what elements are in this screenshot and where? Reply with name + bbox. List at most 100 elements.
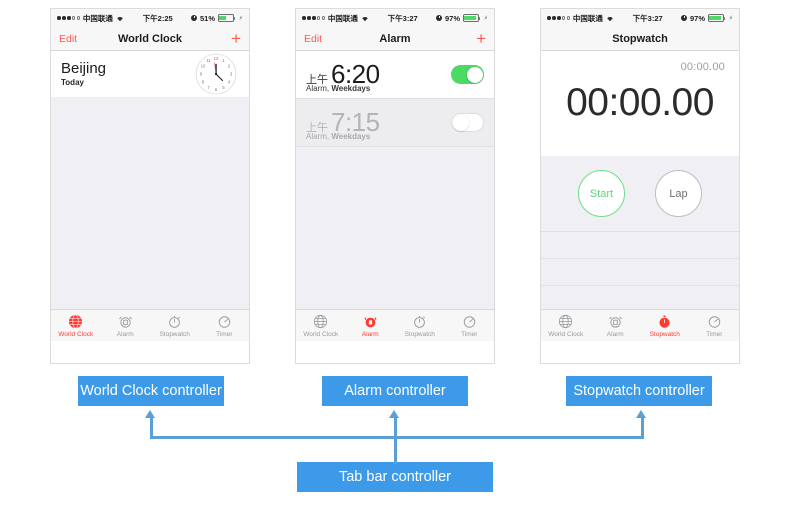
page-title: Alarm (379, 32, 411, 45)
svg-text:10: 10 (201, 64, 206, 69)
battery-icon (217, 14, 236, 22)
status-bar-right: 97% ⚡ (436, 14, 488, 23)
alarm-clock-icon (608, 313, 623, 330)
alarm-indicator-icon (191, 15, 198, 21)
tab-label: Stopwatch (159, 331, 190, 338)
tab-label: Alarm (606, 331, 624, 338)
globe-icon (558, 313, 573, 330)
alarm-indicator-icon (436, 15, 443, 21)
tab-bar: World Clock Alarm Stopwatch Timer (296, 309, 494, 341)
stopwatch-display: 00:00.00 00:00.00 (541, 51, 739, 156)
tab-label: Timer (706, 331, 723, 338)
tab-timer[interactable]: Timer (200, 313, 250, 338)
add-button[interactable]: + (231, 30, 241, 47)
tab-world-clock[interactable]: World Clock (541, 313, 591, 338)
stopwatch-screen: 00:00.00 00:00.00 Start Lap World Clock … (541, 51, 739, 341)
nav-bar: Edit Alarm + (296, 27, 494, 51)
phone-stopwatch: 中国联通 下午3:27 97% ⚡ Stopwatch 00:00.00 00:… (540, 8, 740, 364)
stopwatch-main-time: 00:00.00 (566, 81, 714, 124)
wifi-icon (116, 15, 124, 22)
charging-bolt-icon: ⚡ (728, 15, 733, 22)
tab-bar: World Clock Alarm Stopwatch Timer (51, 309, 249, 341)
timer-icon (462, 313, 477, 330)
stopwatch-icon (167, 313, 182, 330)
globe-icon (68, 313, 83, 330)
alarm-row[interactable]: 上午 7:15 Alarm, Weekdays (296, 99, 494, 147)
signal-strength-icon (57, 16, 80, 20)
carrier-label: 中国联通 (82, 13, 113, 23)
tab-label: Timer (216, 331, 233, 338)
wifi-icon (361, 15, 369, 22)
tab-label: World Clock (58, 331, 94, 338)
alarm-toggle[interactable] (451, 113, 484, 132)
carrier-label: 中国联通 (572, 13, 603, 23)
svg-text:11: 11 (206, 58, 211, 63)
tab-stopwatch[interactable]: Stopwatch (395, 313, 445, 338)
status-bar-clock: 下午2:25 (142, 13, 173, 23)
signal-strength-icon (302, 16, 325, 20)
world-clock-row[interactable]: Beijing Today 12 1 2 345 678 9 10 11 (51, 51, 249, 97)
lap-list-row (541, 232, 739, 259)
status-bar-left: 中国联通 (57, 13, 124, 24)
alarm-label: Alarm, Weekdays (306, 132, 371, 141)
tab-world-clock[interactable]: World Clock (296, 313, 346, 338)
tab-stopwatch[interactable]: Stopwatch (640, 313, 690, 338)
tab-label: Timer (461, 331, 478, 338)
globe-icon (313, 313, 328, 330)
tab-bar: World Clock Alarm Stopwatch Timer (541, 309, 739, 341)
battery-icon (462, 14, 481, 22)
tab-world-clock[interactable]: World Clock (51, 313, 101, 338)
tab-label: Stopwatch (649, 331, 680, 338)
tab-alarm[interactable]: Alarm (101, 313, 151, 338)
nav-bar: Stopwatch (541, 27, 739, 51)
stopwatch-icon (657, 313, 672, 330)
phone-world-clock: 中国联通 下午2:25 51% ⚡ Edit World Clock + Bei… (50, 8, 250, 364)
battery-percent-label: 97% (689, 13, 705, 23)
connector-horizontal-bus (149, 436, 644, 439)
lap-button[interactable]: Lap (655, 170, 702, 217)
diagram-canvas: 中国联通 下午2:25 51% ⚡ Edit World Clock + Bei… (0, 0, 800, 520)
analog-clock-face-icon: 12 1 2 345 678 9 10 11 (195, 53, 237, 95)
tab-stopwatch[interactable]: Stopwatch (150, 313, 200, 338)
world-clock-controller-box[interactable]: World Clock controller (78, 376, 224, 406)
tab-label: Stopwatch (404, 331, 435, 338)
alarm-clock-icon (363, 313, 378, 330)
carrier-label: 中国联通 (327, 13, 358, 23)
alarm-row[interactable]: 上午 6:20 Alarm, Weekdays (296, 51, 494, 99)
tab-timer[interactable]: Timer (445, 313, 495, 338)
tab-bar-controller-box[interactable]: Tab bar controller (297, 462, 493, 492)
alarm-clock-icon (118, 313, 133, 330)
tab-label: World Clock (303, 331, 339, 338)
arrow-to-alarm-controller (389, 410, 399, 418)
battery-percent-label: 97% (444, 13, 460, 23)
nav-bar: Edit World Clock + (51, 27, 249, 51)
stopwatch-controls: Start Lap (541, 156, 739, 232)
status-bar: 中国联通 下午3:27 97% ⚡ (296, 9, 494, 27)
world-clock-screen: Beijing Today 12 1 2 345 678 9 10 11 Wor… (51, 51, 249, 341)
add-button[interactable]: + (476, 30, 486, 47)
status-bar-clock: 下午3:27 (387, 13, 418, 23)
page-title: Stopwatch (612, 32, 668, 45)
status-bar-right: 97% ⚡ (681, 14, 733, 23)
signal-strength-icon (547, 16, 570, 20)
city-name: Beijing (61, 59, 107, 77)
stopwatch-controller-box[interactable]: Stopwatch controller (566, 376, 712, 406)
connector-riser-left (149, 418, 153, 437)
lap-list-row (541, 259, 739, 286)
tab-alarm[interactable]: Alarm (591, 313, 641, 338)
battery-percent-label: 51% (199, 13, 215, 23)
status-bar-right: 51% ⚡ (191, 14, 243, 23)
tab-alarm[interactable]: Alarm (346, 313, 396, 338)
battery-icon (707, 14, 726, 22)
tab-label: Alarm (116, 331, 134, 338)
status-bar: 中国联通 下午3:27 97% ⚡ (541, 9, 739, 27)
city-day-label: Today (61, 78, 84, 88)
tab-timer[interactable]: Timer (690, 313, 740, 338)
tab-label: World Clock (548, 331, 584, 338)
alarm-controller-box[interactable]: Alarm controller (322, 376, 468, 406)
status-bar-left: 中国联通 (547, 13, 614, 24)
alarm-toggle[interactable] (451, 65, 484, 84)
alarm-indicator-icon (681, 15, 688, 21)
start-button[interactable]: Start (578, 170, 625, 217)
timer-icon (217, 313, 232, 330)
